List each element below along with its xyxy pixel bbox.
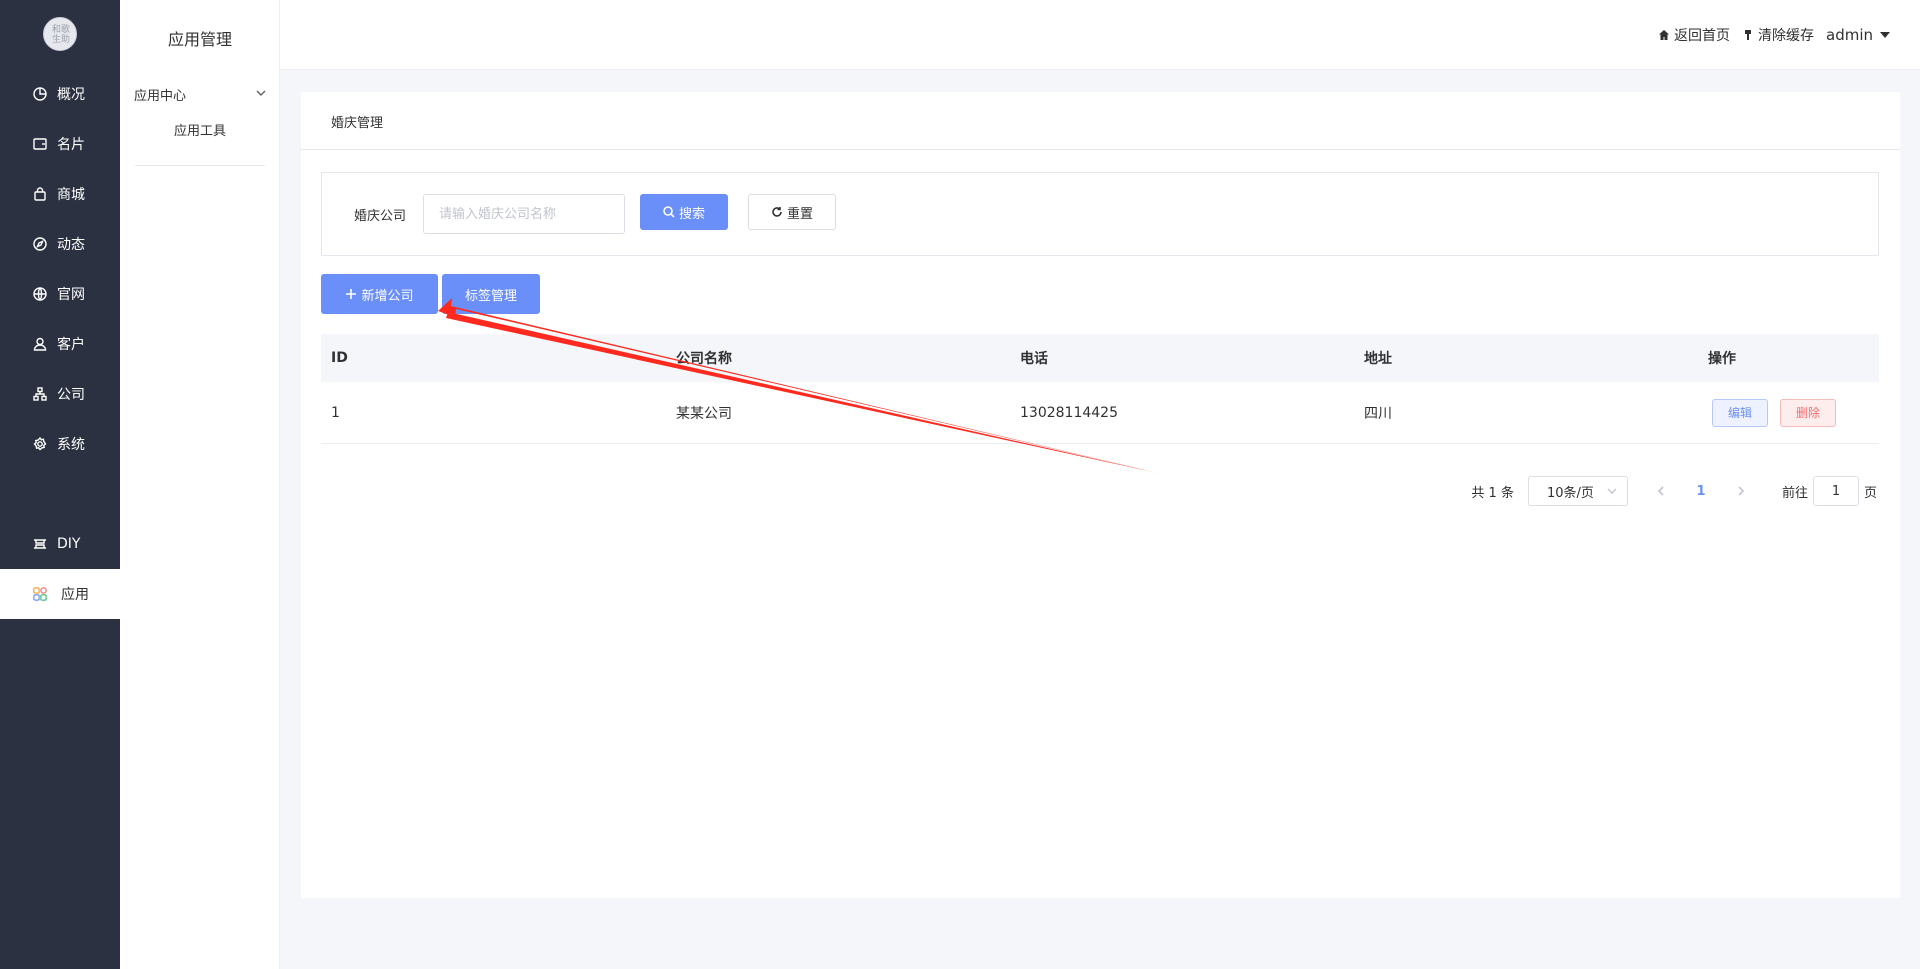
reset-button-label: 重置 [786, 206, 813, 222]
sidebar-item-card[interactable]: 名片 [0, 119, 120, 169]
pie-chart-icon [33, 87, 47, 101]
search-icon [663, 206, 675, 218]
tag-management-button[interactable]: 标签管理 [442, 274, 540, 314]
chevron-left-icon [1657, 486, 1664, 496]
page-suffix: 页 [1863, 485, 1877, 501]
user-menu[interactable]: admin [1826, 26, 1890, 44]
main-sidebar: 和歌 生助 概况 名片 商城 动态 官网 客户 公司 系统 DIY 应用 [0, 0, 120, 969]
clear-cache-label: 清除缓存 [1758, 28, 1814, 44]
cell-phone: 13028114425 [1020, 404, 1118, 421]
divider [301, 149, 1900, 150]
company-table: ID 公司名称 电话 地址 操作 1 某某公司 13028114425 四川 编… [321, 334, 1879, 444]
sidebar-item-diy[interactable]: DIY [0, 519, 120, 569]
chevron-down-icon [1607, 488, 1617, 494]
header-tools: 返回首页 清除缓存 admin [1646, 25, 1890, 45]
filter-panel: 婚庆公司 搜索 重置 [321, 172, 1879, 256]
sidebar-item-label: 公司 [57, 387, 85, 403]
goto-page-input[interactable] [1812, 476, 1859, 506]
gear-icon [33, 437, 47, 451]
shopping-bag-icon [33, 187, 47, 201]
diy-icon [33, 537, 47, 551]
search-button-label: 搜索 [678, 206, 705, 222]
home-link[interactable]: 返回首页 [1658, 25, 1730, 45]
delete-button[interactable]: 删除 [1780, 398, 1836, 427]
sidebar-item-website[interactable]: 官网 [0, 269, 120, 319]
table-row: 1 某某公司 13028114425 四川 编辑 删除 [321, 382, 1879, 444]
sub-sidebar: 应用管理 应用中心 应用工具 [120, 0, 280, 969]
divider [135, 165, 265, 166]
sidebar-item-label: 官网 [57, 287, 85, 303]
globe-icon [33, 287, 47, 301]
cell-address: 四川 [1364, 405, 1392, 422]
sub-sidebar-title: 应用管理 [167, 30, 232, 49]
sidebar-item-label: 名片 [57, 137, 85, 153]
add-company-label: 新增公司 [361, 288, 414, 304]
breadcrumb: 婚庆管理 [331, 116, 384, 131]
user-icon [33, 337, 47, 351]
home-link-label: 返回首页 [1674, 28, 1730, 44]
pagination: 共 1 条 10条/页 1 前往 页 [1471, 476, 1877, 506]
company-filter-label: 婚庆公司 [354, 209, 407, 224]
sidebar-item-label: DIY [57, 536, 81, 552]
tag-management-label: 标签管理 [464, 288, 517, 304]
sidebar-item-mall[interactable]: 商城 [0, 169, 120, 219]
search-button[interactable]: 搜索 [640, 194, 728, 230]
brush-icon [1745, 30, 1751, 40]
sidebar-item-customer[interactable]: 客户 [0, 319, 120, 369]
sidebar-item-feed[interactable]: 动态 [0, 219, 120, 269]
logo: 和歌 生助 [43, 17, 77, 51]
column-header-address[interactable]: 地址 [1354, 348, 1698, 368]
column-header-name[interactable]: 公司名称 [666, 348, 1010, 368]
sidebar-item-label: 应用 [61, 587, 89, 603]
sidebar-item-overview[interactable]: 概况 [0, 69, 120, 119]
table-header: ID 公司名称 电话 地址 操作 [321, 334, 1879, 382]
column-header-phone[interactable]: 电话 [1010, 348, 1354, 368]
clear-cache-link[interactable]: 清除缓存 [1742, 25, 1814, 45]
column-header-actions: 操作 [1708, 351, 1736, 367]
next-page-button[interactable] [1726, 476, 1756, 506]
cell-id: 1 [331, 404, 340, 421]
sidebar-item-label: 客户 [57, 337, 85, 353]
top-header: 返回首页 清除缓存 admin [280, 0, 1920, 70]
refresh-icon [772, 207, 782, 217]
sidebar-item-company[interactable]: 公司 [0, 369, 120, 419]
prev-page-button[interactable] [1646, 476, 1676, 506]
add-company-button[interactable]: 新增公司 [321, 274, 438, 314]
page-number-current[interactable]: 1 [1686, 476, 1716, 506]
sidebar-item-label: 概况 [57, 87, 85, 103]
cell-actions: 编辑 删除 [1698, 398, 1879, 427]
column-header-id[interactable]: ID [321, 350, 666, 366]
total-count: 共 1 条 [1471, 485, 1514, 501]
wallet-icon [33, 137, 47, 151]
page-size-value: 10条/页 [1546, 485, 1594, 501]
home-icon [1659, 30, 1669, 40]
compass-icon [33, 237, 47, 251]
goto-label: 前往 [1781, 485, 1808, 501]
apps-icon [33, 587, 47, 601]
chevron-down-icon [256, 87, 266, 102]
sidebar-item-system[interactable]: 系统 [0, 419, 120, 469]
sidebar-item-label: 商城 [57, 187, 85, 203]
org-chart-icon [33, 387, 47, 401]
company-search-input[interactable] [423, 194, 625, 234]
edit-button[interactable]: 编辑 [1712, 398, 1768, 427]
caret-down-icon [1880, 32, 1890, 38]
username: admin [1826, 26, 1873, 44]
menu-item-app-tools[interactable]: 应用工具 [120, 120, 280, 139]
sidebar-item-apps[interactable]: 应用 [0, 569, 120, 619]
main-card: 婚庆管理 婚庆公司 搜索 重置 新增公司 标签管理 ID 公司名称 电话 地址 … [301, 92, 1900, 898]
sidebar-item-label: 系统 [57, 437, 85, 453]
menu-group-label: 应用中心 [134, 88, 187, 104]
logo-text: 和歌 生助 [51, 25, 70, 45]
page-size-select[interactable]: 10条/页 [1527, 476, 1628, 506]
sidebar-item-label: 动态 [57, 237, 85, 253]
plus-icon [346, 289, 357, 299]
cell-company-name: 某某公司 [676, 405, 732, 422]
chevron-right-icon [1738, 486, 1745, 496]
menu-group-app-center[interactable]: 应用中心 [134, 84, 266, 104]
reset-button[interactable]: 重置 [748, 194, 836, 230]
